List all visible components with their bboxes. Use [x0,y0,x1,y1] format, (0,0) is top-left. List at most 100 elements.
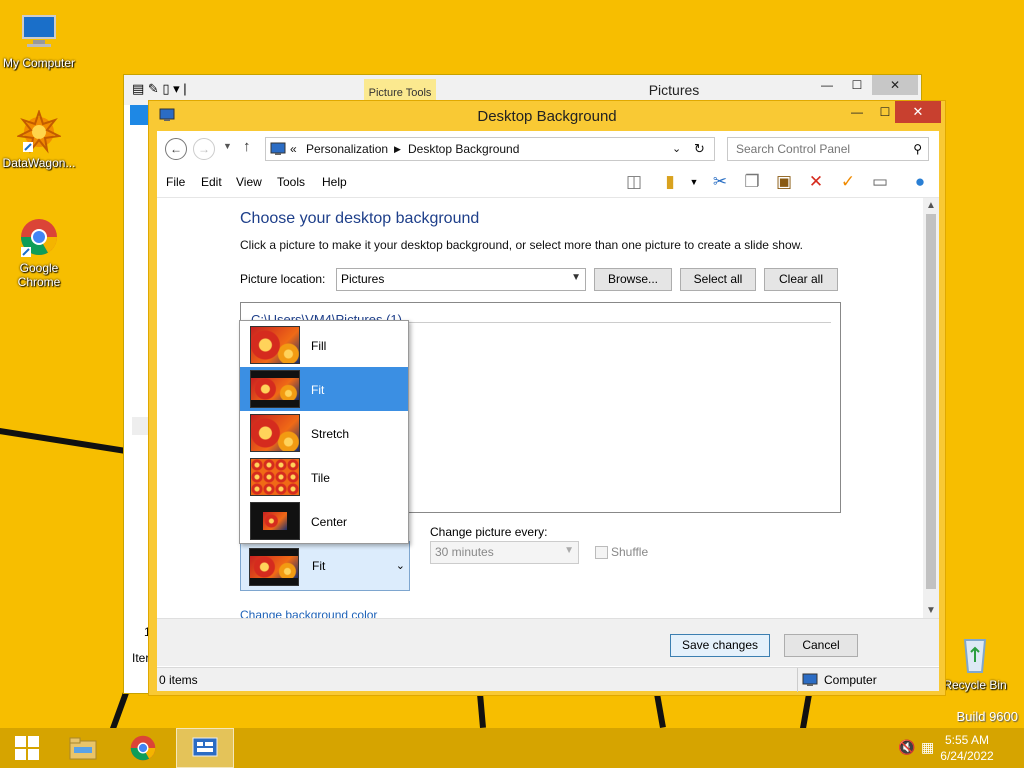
select-all-button[interactable]: Select all [680,268,756,291]
up-arrow-icon[interactable]: ↑ [243,138,251,155]
close-button[interactable]: ✕ [872,75,918,95]
globe-icon[interactable]: ● [907,169,933,195]
cut-icon[interactable]: ✂ [707,169,733,195]
desktop-icon-datawagon[interactable]: DataWagon... [0,108,78,170]
close-button[interactable]: ✕ [895,101,941,123]
breadcrumb-personalization[interactable]: Personalization [306,142,388,156]
picture-position-select[interactable]: Fit ⌄ [240,541,410,591]
copy-icon[interactable]: ❐ [739,169,765,195]
start-button[interactable] [0,728,54,768]
desktop-icon-label: My Computer [2,56,76,70]
browse-button[interactable]: Browse... [594,268,672,291]
folder-icon [69,737,97,760]
cancel-button[interactable]: Cancel [784,634,858,657]
quick-access-icon[interactable]: ▤ ✎ ▯ ▾ | [132,81,187,97]
control-panel-icon [192,737,218,757]
address-bar[interactable]: « Personalization ▶ Desktop Background ⌄… [265,137,715,161]
forward-arrow-icon[interactable]: → [193,138,215,160]
position-option-center[interactable]: Center [240,499,408,543]
tile-thumbnail [250,458,300,496]
desktop-icon-label: Google Chrome [17,261,61,289]
item-count: 0 items [159,673,198,687]
position-option-tile[interactable]: Tile [240,455,408,499]
menu-view[interactable]: View [236,175,262,189]
stretch-thumbnail [250,414,300,452]
scrollbar-thumb[interactable] [926,214,936,589]
paste-icon[interactable]: ▣ [771,169,797,195]
clock-date: 6/24/2022 [940,749,994,763]
computer-icon [17,10,61,54]
menu-help[interactable]: Help [322,175,347,189]
menu-tools[interactable]: Tools [277,175,305,189]
search-box[interactable]: ⚲ [727,137,929,161]
change-picture-label: Change picture every: [430,525,548,539]
status-location: Computer [797,668,939,692]
interval-select[interactable]: 30 minutes ▼ [430,541,579,564]
fit-thumbnail [250,370,300,408]
scroll-down-icon[interactable]: ▼ [923,605,939,616]
vertical-scrollbar[interactable]: ▲ ▼ [923,198,939,618]
center-thumbnail [250,502,300,540]
maximize-button[interactable]: ☐ [842,75,872,95]
desktop-icon-label: DataWagon... [2,156,76,170]
properties-icon[interactable]: ▭ [867,169,893,195]
picture-location-select[interactable]: Pictures ▼ [336,268,586,291]
breadcrumb-overflow[interactable]: « [290,142,297,156]
position-option-fit[interactable]: Fit [240,367,408,411]
action-panel: Save changes Cancel [157,618,939,666]
option-label: Stretch [311,427,350,441]
chrome-icon [130,735,156,761]
position-option-fill[interactable]: Fill [240,323,408,367]
window-title-bar[interactable]: Desktop Background — ☐ ✕ [149,101,945,131]
search-icon[interactable]: ⚲ [913,142,922,156]
search-input[interactable] [736,142,906,156]
window-title: Desktop Background [477,108,617,125]
recent-locations-chevron-icon[interactable]: ▼ [223,141,232,151]
recycle-bin-icon [953,632,997,676]
back-arrow-icon[interactable]: ← [165,138,187,160]
change-background-color-link[interactable]: Change background color [240,608,377,618]
option-label: Fit [311,383,325,397]
save-changes-button[interactable]: Save changes [670,634,770,657]
clock-time: 5:55 AM [944,733,990,747]
refresh-icon[interactable]: ↻ [694,141,705,157]
picture-location-label: Picture location: [240,272,326,286]
delete-icon[interactable]: ✕ [803,169,829,195]
chevron-down-icon: ⌄ [395,560,405,572]
pictures-window-title: Pictures [648,82,700,98]
datawagon-icon [15,108,63,154]
navigation-bar: ← → ▼ ↑ « Personalization ▶ Desktop Back… [157,131,939,167]
clear-all-button[interactable]: Clear all [764,268,838,291]
breadcrumb-separator-icon[interactable]: ▶ [394,144,401,155]
picture-position-dropdown[interactable]: Fill Fit Stretch Tile Center [239,320,409,544]
minimize-button[interactable]: — [843,101,871,123]
volume-muted-icon[interactable]: 🔇 [898,739,915,756]
taskbar-chrome[interactable] [116,728,170,768]
status-fragment: Iter [132,651,150,665]
position-option-stretch[interactable]: Stretch [240,411,408,455]
minimize-button[interactable]: — [812,75,842,95]
taskbar-file-explorer[interactable] [56,728,110,768]
taskbar-control-panel[interactable] [176,728,234,768]
desktop-icon-my-computer[interactable]: My Computer [0,10,78,70]
address-dropdown-chevron-icon[interactable]: ⌄ [672,142,681,155]
interval-value: 30 minutes [435,545,494,559]
checkmark-icon[interactable]: ✓ [835,169,861,195]
menu-bar: File Edit View Tools Help ◫ ▮ ▼ ✂ ❐ ▣ ✕ … [157,169,939,195]
desktop-icon-chrome[interactable]: Google Chrome [0,215,78,289]
menu-edit[interactable]: Edit [201,175,222,189]
system-clock[interactable]: 5:55 AM 6/24/2022 [932,732,1002,764]
breadcrumb-desktop-background[interactable]: Desktop Background [408,142,519,156]
page-description: Click a picture to make it your desktop … [240,238,803,252]
chrome-icon [17,215,61,259]
layout-pane-icon[interactable]: ◫ [621,169,647,195]
page-title: Choose your desktop background [240,210,480,227]
menu-file[interactable]: File [166,175,185,189]
folder-options-icon[interactable]: ▮ [657,169,683,195]
desktop-icon-recycle-bin[interactable]: Recycle Bin [936,632,1014,692]
folder-options-chevron-icon[interactable]: ▼ [681,169,707,195]
scroll-up-icon[interactable]: ▲ [923,200,939,211]
shuffle-checkbox[interactable] [595,546,608,559]
desktop-icon-label: Recycle Bin [943,678,1007,692]
fill-thumbnail [250,326,300,364]
